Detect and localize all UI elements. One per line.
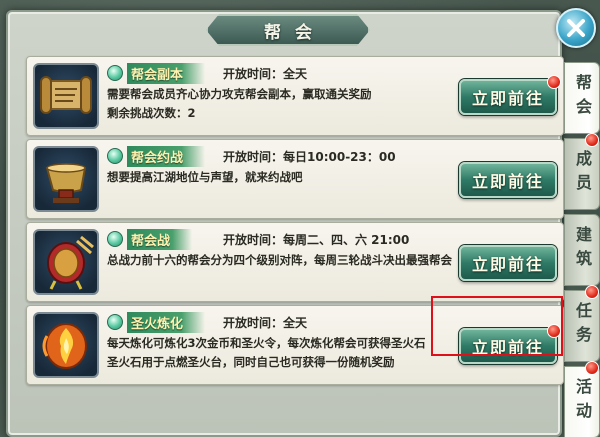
go-now-button-label: 立即前往 <box>471 89 544 108</box>
notification-badge-icon <box>585 361 599 375</box>
activity-entry-guild-challenge: 帮会约战 开放时间：每日10:00-23：00 想要提高江湖地位与声望，就来约战… <box>26 139 564 219</box>
close-icon <box>567 19 585 37</box>
highlight-annotation-box <box>431 296 563 356</box>
entry-open-time: 开放时间：每日10:00-23：00 <box>223 150 396 164</box>
entry-title-row: 帮会战 <box>107 228 193 250</box>
entry-description-line: 剩余挑战次数：2 <box>107 106 196 120</box>
entry-description: 需要帮会成员齐心协力攻克帮会副本，赢取通关奖励 剩余挑战次数：2 <box>107 85 477 123</box>
holy-fire-icon <box>33 312 99 378</box>
entry-description-line: 总战力前十六的帮会分为四个级别对阵，每周三轮战斗决出最强帮会 <box>107 253 452 267</box>
entry-name: 帮会约战 <box>127 145 206 167</box>
close-button[interactable] <box>556 8 596 48</box>
war-horn-icon <box>33 146 99 212</box>
entry-open-time: 开放时间：每周二、四、六 21:00 <box>223 233 410 247</box>
go-now-button[interactable]: 立即前往 <box>459 245 557 281</box>
entry-name: 圣火炼化 <box>127 311 206 333</box>
entry-description: 总战力前十六的帮会分为四个级别对阵，每周三轮战斗决出最强帮会 <box>107 251 477 270</box>
entry-description-line: 想要提高江湖地位与声望，就来约战吧 <box>107 170 303 184</box>
entry-description-line: 圣火石用于点燃圣火台，同时自己也可获得一份随机奖励 <box>107 355 395 369</box>
entry-description: 想要提高江湖地位与声望，就来约战吧 <box>107 168 477 187</box>
tab-label: 建筑 <box>573 226 592 274</box>
activity-entry-guild-dungeon: 帮会副本 开放时间：全天 需要帮会成员齐心协力攻克帮会副本，赢取通关奖励 剩余挑… <box>26 56 564 136</box>
tab-activities[interactable]: 活动 <box>564 361 600 437</box>
go-now-button-label: 立即前往 <box>471 255 544 274</box>
jade-icon <box>107 231 123 247</box>
tab-label: 任务 <box>573 302 592 350</box>
entry-open-time: 开放时间：全天 <box>223 316 308 330</box>
entry-description-line: 需要帮会成员齐心协力攻克帮会副本，赢取通关奖励 <box>107 87 372 101</box>
entry-title-row: 帮会约战 <box>107 145 206 167</box>
drum-icon <box>33 229 99 295</box>
tab-label: 成员 <box>573 150 592 198</box>
jade-icon <box>107 314 123 330</box>
tab-label: 活动 <box>573 378 592 426</box>
go-now-button-label: 立即前往 <box>471 172 544 191</box>
go-now-button[interactable]: 立即前往 <box>459 162 557 198</box>
entry-title-row: 帮会副本 <box>107 62 206 84</box>
window-title: 帮会 <box>264 22 326 43</box>
tab-members[interactable]: 成员 <box>564 133 600 210</box>
activity-entry-guild-war: 帮会战 开放时间：每周二、四、六 21:00 总战力前十六的帮会分为四个级别对阵… <box>26 222 564 302</box>
guild-panel: 帮会 帮会副本 开放时间：全天 需要帮会成员齐心协力攻克帮会副本，赢取通关奖励 … <box>6 10 564 437</box>
go-now-button[interactable]: 立即前往 <box>459 75 561 115</box>
notification-badge-icon <box>585 133 599 147</box>
tab-tasks[interactable]: 任务 <box>564 285 600 362</box>
entry-name: 帮会战 <box>127 228 193 250</box>
tab-guild[interactable]: 帮会 <box>564 62 600 134</box>
jade-icon <box>107 65 123 81</box>
notification-badge-icon <box>585 285 599 299</box>
scroll-icon <box>33 63 99 129</box>
tab-buildings[interactable]: 建筑 <box>564 214 600 286</box>
entry-description-line: 每天炼化可炼化3次金币和圣火令，每次炼化帮会可获得圣火石 <box>107 336 426 350</box>
notification-badge-icon <box>547 75 561 89</box>
entry-title-row: 圣火炼化 <box>107 311 206 333</box>
entry-name: 帮会副本 <box>127 62 206 84</box>
entry-open-time: 开放时间：全天 <box>223 67 308 81</box>
entry-description: 每天炼化可炼化3次金币和圣火令，每次炼化帮会可获得圣火石 圣火石用于点燃圣火台，… <box>107 334 477 372</box>
window-title-plate: 帮会 <box>206 14 370 46</box>
tab-label: 帮会 <box>573 74 592 122</box>
jade-icon <box>107 148 123 164</box>
